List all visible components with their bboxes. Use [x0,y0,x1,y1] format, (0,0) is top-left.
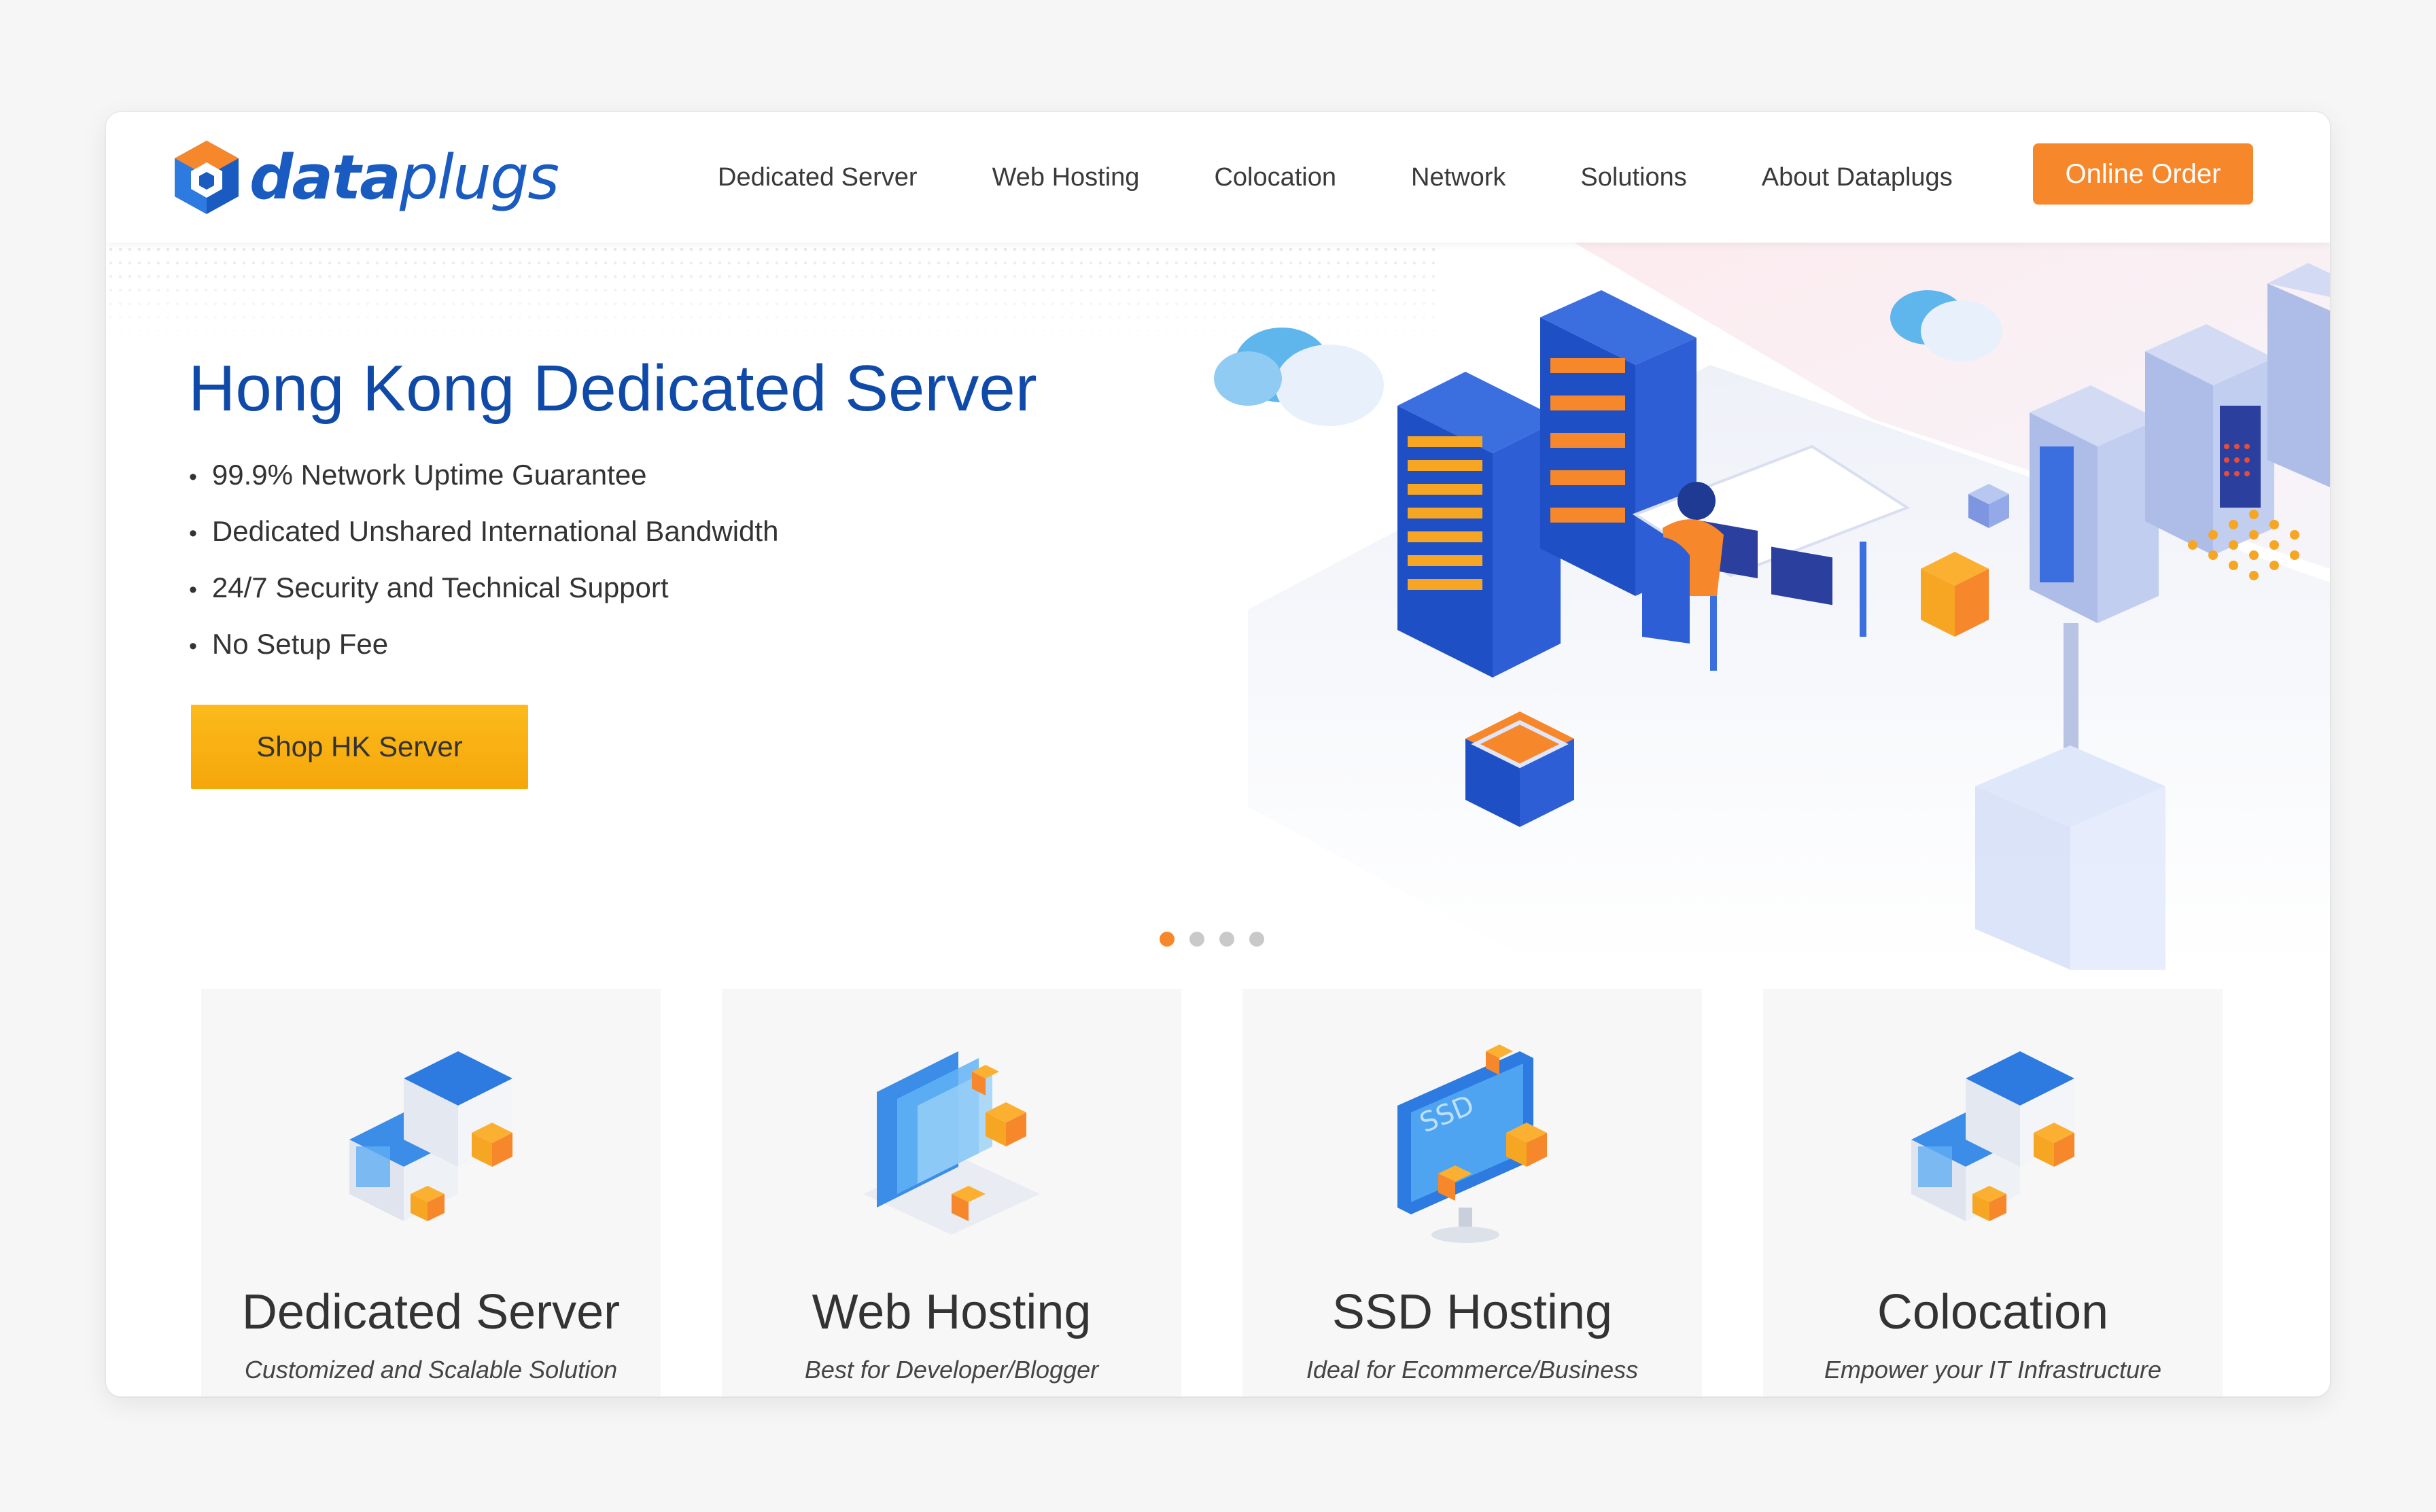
datacenter-illustration-icon [1214,243,2330,970]
slider-dot[interactable] [1189,932,1204,947]
nav-dedicated-server[interactable]: Dedicated Server [718,163,918,192]
ssd-monitor-icon: SSD [1397,1044,1547,1243]
hero-title: Hong Kong Dedicated Server [188,352,1037,425]
service-card-dedicated-server[interactable]: Dedicated Server Customized and Scalable… [201,989,661,1396]
shop-hk-server-button[interactable]: Shop HK Server [191,705,528,789]
service-card-subtitle: Best for Developer/Blogger [804,1356,1099,1384]
slider-dot[interactable] [1219,932,1234,947]
service-card-subtitle: Customized and Scalable Solution [244,1356,618,1384]
hero-feature-item: 99.9% Network Uptime Guarantee [189,446,778,503]
hero-feature-item: No Setup Fee [189,616,778,672]
server-cabinet-icon [2145,324,2274,555]
hero-feature-item: 24/7 Security and Technical Support [189,559,778,616]
hero-banner: Hong Kong Dedicated Server 99.9% Network… [106,243,2330,970]
cube-icon [1921,552,1989,637]
service-card-web-hosting[interactable]: Web Hosting Best for Developer/Blogger [722,989,1181,1396]
nav-solutions[interactable]: Solutions [1580,163,1686,192]
cloud-icon [1214,328,1384,426]
service-card-title: SSD Hosting [1332,1285,1613,1339]
service-card-colocation[interactable]: Colocation Empower your IT Infrastructur… [1763,989,2223,1396]
browser-page: dataplugs Dedicated Server Web Hosting C… [106,112,2330,1396]
service-card-subtitle: Ideal for Ecommerce/Business [1306,1356,1639,1384]
online-order-button[interactable]: Online Order [2033,143,2253,205]
dataplugs-logo-icon [175,141,239,214]
service-card-subtitle: Empower your IT Infrastructure [1824,1356,2162,1384]
service-cards: Dedicated Server Customized and Scalable… [201,989,2240,1396]
hero-slider-dots [1160,932,1279,947]
slider-dot[interactable] [1249,932,1264,947]
dataplugs-logo[interactable]: dataplugs [171,135,559,219]
nav-about-dataplugs[interactable]: About Dataplugs [1762,163,1953,192]
server-stack-icon [349,1051,512,1221]
service-card-title: Web Hosting [812,1285,1092,1339]
hero-feature-list: 99.9% Network Uptime Guarantee Dedicated… [189,446,779,672]
nav-colocation[interactable]: Colocation [1214,163,1336,192]
main-nav: Dedicated Server Web Hosting Colocation … [718,112,2028,243]
nav-web-hosting[interactable]: Web Hosting [992,163,1140,192]
site-header: dataplugs Dedicated Server Web Hosting C… [106,112,2330,243]
slider-dot[interactable] [1160,932,1174,947]
service-card-title: Colocation [1877,1285,2109,1339]
server-stack-icon [1911,1051,2074,1221]
server-rack-icon [1397,372,1561,678]
logo-wordmark: dataplugs [249,141,559,213]
nav-network[interactable]: Network [1411,163,1506,192]
service-card-title: Dedicated Server [241,1285,621,1339]
laptop-hosting-icon [863,1051,1040,1235]
server-cabinet-icon [2030,385,2159,623]
hero-feature-item: Dedicated Unshared International Bandwid… [189,503,779,559]
service-card-ssd-hosting[interactable]: SSD SSD Hosting Ideal for Ecommerce/Busi… [1242,989,1702,1396]
